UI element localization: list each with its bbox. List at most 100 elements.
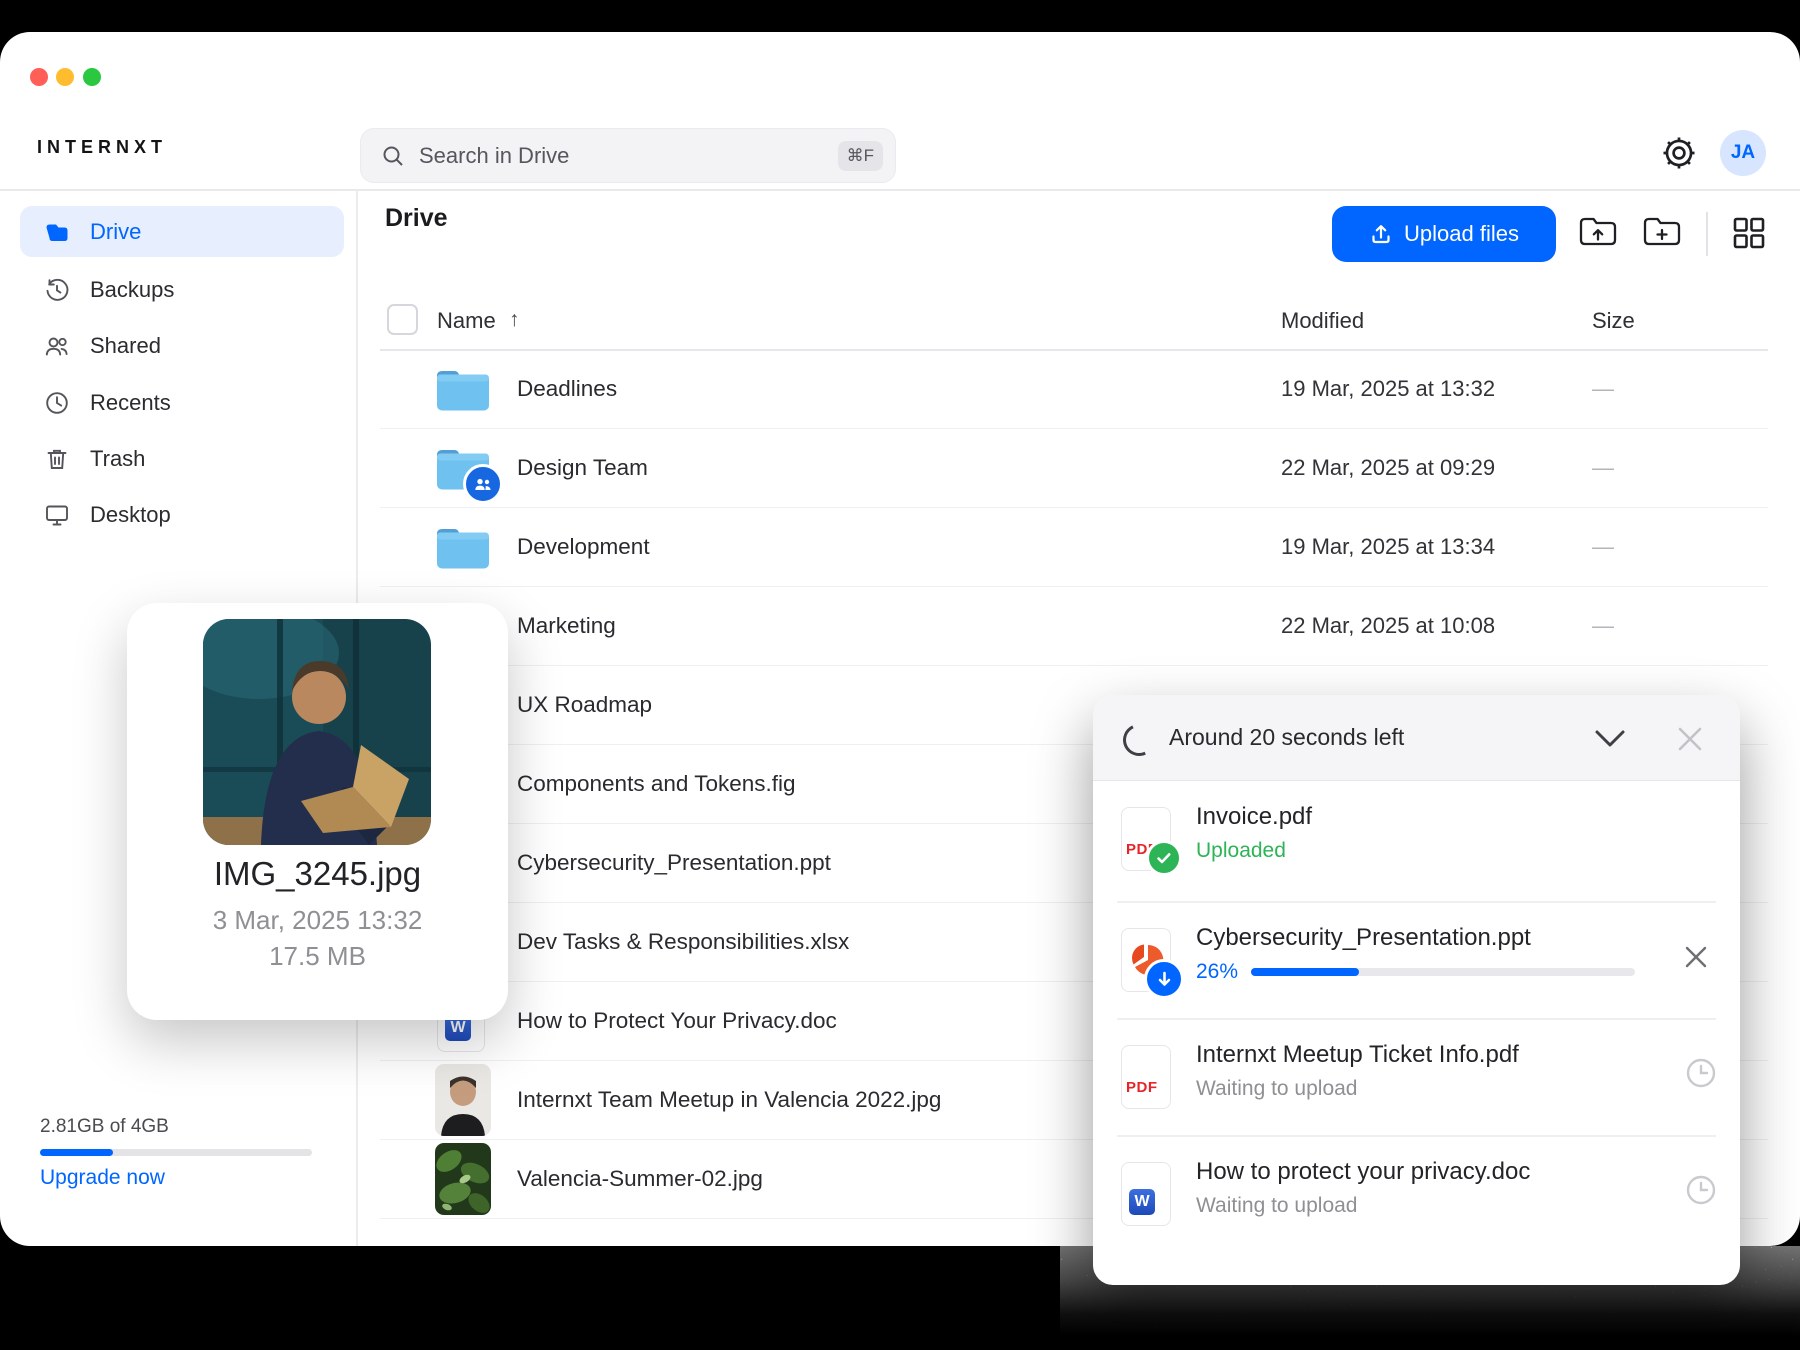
- pdf-file-icon: PDF: [1121, 1045, 1171, 1109]
- upload-file-status: Waiting to upload: [1196, 1077, 1358, 1100]
- sidebar-item-label: Shared: [90, 332, 161, 358]
- shared-folder-icon: [435, 445, 503, 504]
- sidebar-item-recents[interactable]: Recents: [20, 377, 344, 428]
- backup-history-icon: [46, 278, 69, 301]
- file-name: Internxt Team Meetup in Valencia 2022.jp…: [517, 1087, 942, 1112]
- trash-icon: [47, 449, 67, 469]
- select-all-checkbox[interactable]: [387, 304, 418, 335]
- sidebar-item-trash[interactable]: Trash: [20, 433, 344, 484]
- upload-folder-icon[interactable]: [1578, 212, 1618, 252]
- grid-view-icon[interactable]: [1732, 216, 1766, 250]
- file-name: Cybersecurity_Presentation.ppt: [517, 850, 831, 875]
- clock-icon: [46, 391, 68, 414]
- file-preview-card: IMG_3245.jpg 3 Mar, 2025 13:32 17.5 MB: [127, 603, 508, 1020]
- column-header-modified[interactable]: Modified: [1281, 308, 1364, 334]
- upload-panel-header: Around 20 seconds left: [1093, 695, 1740, 781]
- upload-time-remaining: Around 20 seconds left: [1169, 724, 1405, 750]
- upload-progress-bar: [1251, 968, 1635, 976]
- file-size: —: [1592, 376, 1614, 401]
- upload-button-label: Upload files: [1404, 221, 1519, 246]
- sidebar-item-label: Desktop: [90, 501, 171, 527]
- internxt-logo: INTERNXT: [37, 137, 167, 157]
- file-name: Marketing: [517, 613, 616, 638]
- search-shortcut-badge: ⌘F: [837, 140, 883, 171]
- file-size: —: [1592, 613, 1614, 638]
- table-row[interactable]: Marketing 22 Mar, 2025 at 10:08 —: [380, 587, 1768, 666]
- search-icon: [383, 146, 403, 166]
- sidebar-item-label: Drive: [90, 218, 142, 244]
- upload-item: Cybersecurity_Presentation.ppt 26%: [1093, 902, 1740, 1019]
- sidebar-item-label: Backups: [90, 276, 175, 302]
- upload-files-button[interactable]: Upload files: [1332, 206, 1556, 262]
- page-title: Drive: [385, 204, 448, 232]
- search-input[interactable]: Search in Drive ⌘F: [360, 128, 896, 183]
- pdf-file-icon: PDF: [1121, 807, 1182, 876]
- preview-size: 17.5 MB: [269, 941, 366, 971]
- spinner-icon: [1118, 719, 1160, 761]
- preview-filename: IMG_3245.jpg: [213, 855, 422, 892]
- preview-photo: [203, 619, 431, 845]
- waiting-clock-icon: [1686, 1058, 1716, 1088]
- photo-thumbnail: [435, 1143, 491, 1215]
- file-name: Components and Tokens.fig: [517, 771, 796, 796]
- sidebar-item-shared[interactable]: Shared: [20, 320, 344, 371]
- file-name: Development: [517, 534, 650, 559]
- sidebar-item-backups[interactable]: Backups: [20, 264, 344, 315]
- traffic-light-close[interactable]: [30, 68, 48, 86]
- avatar[interactable]: JA: [1720, 130, 1766, 176]
- toolbar-divider: [1706, 212, 1708, 256]
- column-header-size[interactable]: Size: [1592, 308, 1635, 334]
- column-header-name[interactable]: Name: [437, 308, 496, 334]
- settings-gear-icon[interactable]: [1660, 134, 1698, 172]
- traffic-light-zoom[interactable]: [83, 68, 101, 86]
- upload-file-name: Cybersecurity_Presentation.ppt: [1196, 924, 1531, 951]
- sort-ascending-arrow[interactable]: ↑: [509, 308, 520, 332]
- traffic-light-minimize[interactable]: [56, 68, 74, 86]
- sidebar-item-label: Trash: [90, 445, 146, 471]
- upload-file-status: Waiting to upload: [1196, 1194, 1358, 1217]
- upload-file-name: How to protect your privacy.doc: [1196, 1158, 1531, 1185]
- people-icon: [45, 337, 68, 355]
- file-modified: 19 Mar, 2025 at 13:32: [1281, 376, 1496, 401]
- storage-usage-label: 2.81GB of 4GB: [40, 1116, 169, 1137]
- upload-item: PDF Invoice.pdf Uploaded: [1093, 781, 1740, 901]
- storage-progress-fill: [40, 1149, 114, 1156]
- file-modified: 22 Mar, 2025 at 10:08: [1281, 613, 1496, 638]
- upload-file-name: Internxt Meetup Ticket Info.pdf: [1196, 1041, 1519, 1068]
- storage-progress-bar: [40, 1149, 312, 1156]
- file-name: Dev Tasks & Responsibilities.xlsx: [517, 929, 850, 954]
- table-row[interactable]: Deadlines 19 Mar, 2025 at 13:32 —: [380, 350, 1768, 429]
- file-size: —: [1592, 455, 1614, 480]
- close-icon[interactable]: [1675, 724, 1705, 754]
- new-folder-icon[interactable]: [1642, 212, 1682, 252]
- uploaded-check-badge: [1146, 840, 1182, 876]
- folder-icon: [435, 524, 491, 575]
- sidebar-item-desktop[interactable]: Desktop: [20, 489, 344, 540]
- table-row[interactable]: Design Team 22 Mar, 2025 at 09:29 —: [380, 429, 1768, 508]
- ppt-file-icon: [1121, 928, 1184, 999]
- desktop-icon: [46, 505, 68, 525]
- upload-file-name: Invoice.pdf: [1196, 803, 1313, 830]
- uploading-arrow-badge: [1144, 959, 1184, 999]
- upload-progress-panel: Around 20 seconds left PDF Invoice.pdf U…: [1093, 695, 1740, 1285]
- avatar-initials: JA: [1730, 142, 1756, 163]
- upload-item: W How to protect your privacy.doc Waitin…: [1093, 1136, 1740, 1266]
- sidebar-item-drive[interactable]: Drive: [20, 206, 344, 257]
- photo-thumbnail: [435, 1064, 491, 1136]
- upload-progress-fill: [1251, 968, 1359, 976]
- cancel-upload-icon[interactable]: [1683, 944, 1709, 970]
- upload-file-status: Uploaded: [1196, 839, 1286, 862]
- upload-item: PDF Internxt Meetup Ticket Info.pdf Wait…: [1093, 1019, 1740, 1136]
- upgrade-now-link[interactable]: Upgrade now: [40, 1166, 165, 1190]
- search-placeholder: Search in Drive: [419, 142, 570, 168]
- word-doc-icon: W: [1121, 1162, 1171, 1226]
- file-name: Valencia-Summer-02.jpg: [517, 1166, 763, 1191]
- table-row[interactable]: Development 19 Mar, 2025 at 13:34 —: [380, 508, 1768, 587]
- upload-file-percent: 26%: [1196, 960, 1239, 983]
- shared-people-badge: [463, 464, 503, 504]
- folder-icon: [46, 224, 68, 241]
- file-name: Deadlines: [517, 376, 618, 401]
- word-logo: W: [1129, 1189, 1155, 1215]
- chevron-down-icon[interactable]: [1593, 728, 1627, 750]
- file-name: How to Protect Your Privacy.doc: [517, 1008, 837, 1033]
